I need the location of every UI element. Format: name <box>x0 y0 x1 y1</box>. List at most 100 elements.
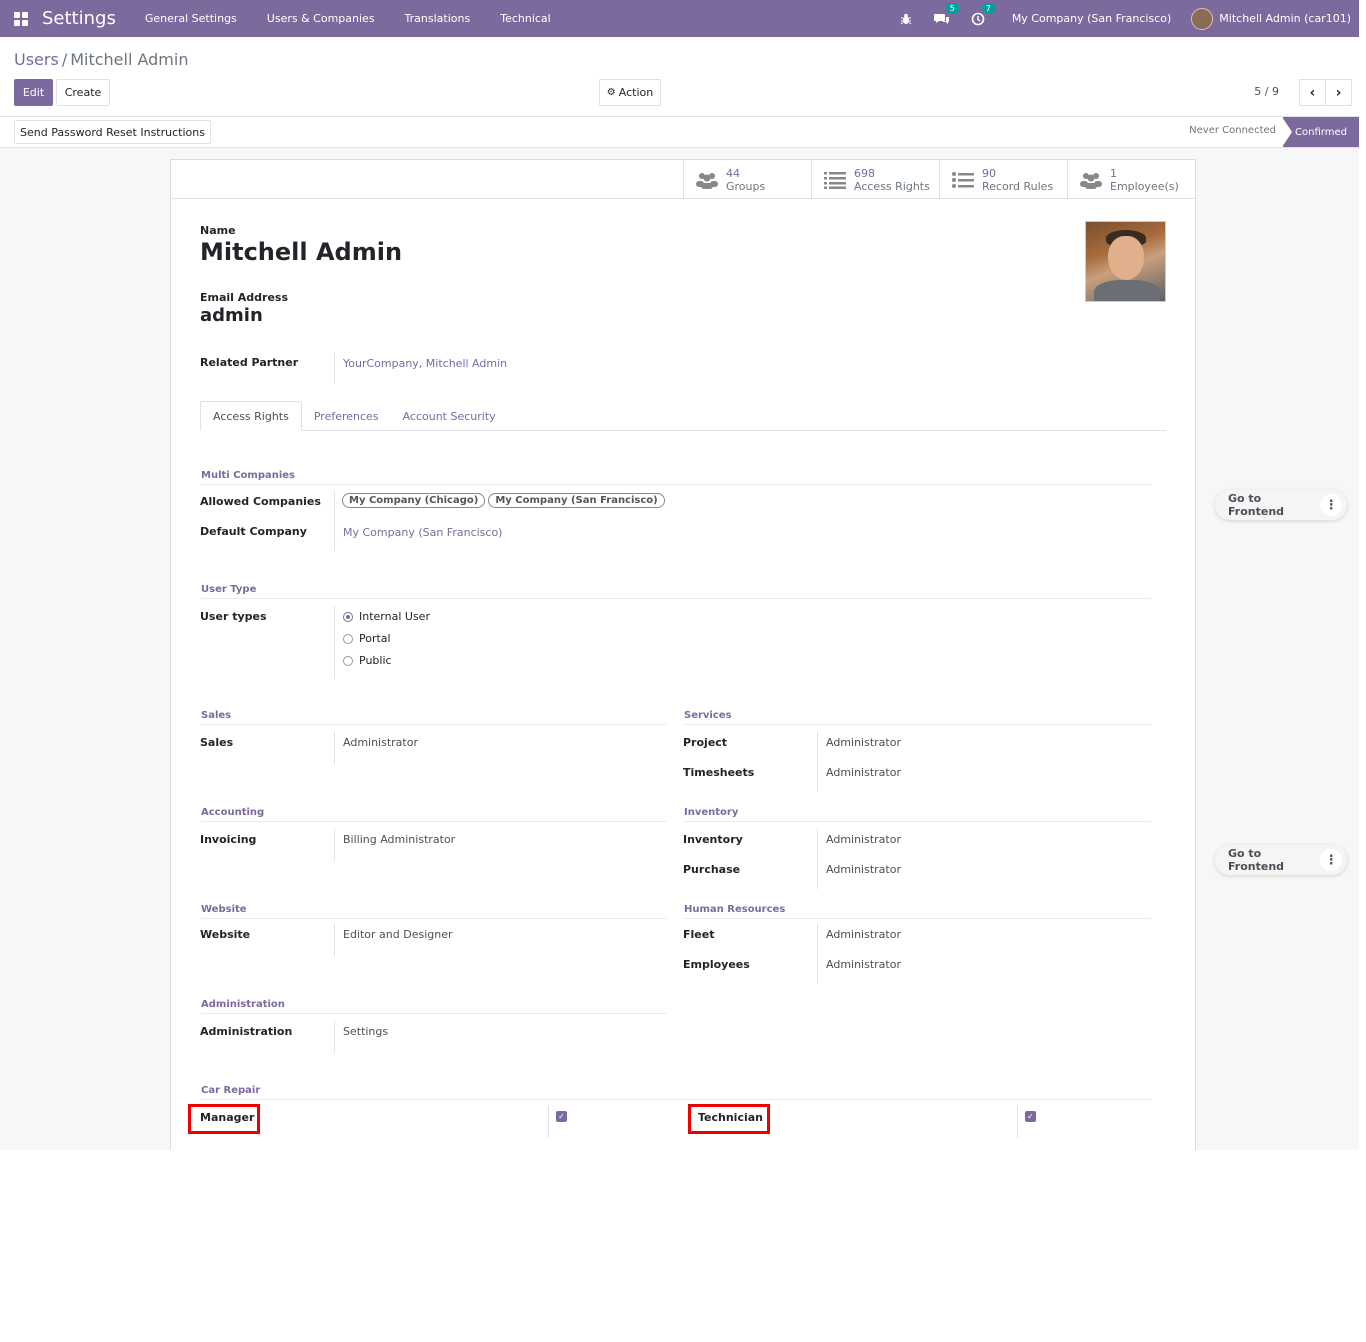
menu-general-settings[interactable]: General Settings <box>130 12 252 25</box>
allowed-companies-tags[interactable]: My Company (Chicago) My Company (San Fran… <box>342 493 668 508</box>
car-repair-group-title: Car Repair <box>201 1085 1151 1100</box>
navbar-right: 5 7 My Company (San Francisco) Mitchell … <box>888 0 1359 37</box>
status-never-connected[interactable]: Never Connected <box>1189 125 1276 136</box>
project-value[interactable]: Administrator <box>826 736 901 749</box>
company-tag[interactable]: My Company (San Francisco) <box>488 493 665 508</box>
groups-smart-button[interactable]: 44 Groups <box>683 160 811 199</box>
employees-smart-button[interactable]: 1 Employee(s) <box>1067 160 1195 199</box>
top-navbar: Settings General Settings Users & Compan… <box>0 0 1359 37</box>
employees-count: 1 <box>1110 166 1117 180</box>
tab-access-rights[interactable]: Access Rights <box>200 401 302 431</box>
user-menu[interactable]: Mitchell Admin (car101) <box>1191 7 1351 30</box>
breadcrumb-users[interactable]: Users <box>14 50 59 69</box>
more-options-icon[interactable]: ⋮ <box>1320 494 1342 516</box>
sales-label: Sales <box>200 736 234 749</box>
user-photo[interactable] <box>1085 221 1166 302</box>
sales-value[interactable]: Administrator <box>343 736 418 749</box>
website-value[interactable]: Editor and Designer <box>343 928 453 941</box>
employees-label: Employees <box>683 958 750 971</box>
user-type-title: User Type <box>201 584 1151 599</box>
user-name-field[interactable]: Mitchell Admin <box>200 238 402 266</box>
invoicing-label: Invoicing <box>200 833 257 846</box>
bug-icon[interactable] <box>898 11 914 27</box>
status-confirmed[interactable]: Confirmed <box>1282 117 1359 147</box>
pager-previous-button[interactable]: ‹ <box>1299 79 1326 106</box>
human-resources-group-title: Human Resources <box>684 904 1151 919</box>
go-to-frontend-label: Go to Frontend <box>1228 492 1285 518</box>
website-group-title: Website <box>201 904 667 919</box>
technician-checkbox[interactable]: ✓ <box>1025 1111 1036 1122</box>
apps-menu-icon[interactable] <box>14 11 28 26</box>
menu-translations[interactable]: Translations <box>390 12 486 25</box>
administration-value[interactable]: Settings <box>343 1025 388 1038</box>
messages-icon[interactable]: 5 <box>933 2 959 27</box>
activities-icon[interactable]: 7 <box>970 2 995 27</box>
record-rules-count: 90 <box>982 166 996 180</box>
groups-count: 44 <box>726 166 740 180</box>
go-to-frontend-button[interactable]: Go to Frontend ⋮ <box>1215 490 1347 520</box>
groups-label: Groups <box>726 179 766 193</box>
go-to-frontend-button[interactable]: Go to Frontend ⋮ <box>1215 845 1347 875</box>
timesheets-value[interactable]: Administrator <box>826 766 901 779</box>
access-rights-label: Access Rights <box>854 179 930 193</box>
notebook-tabs: Access Rights Preferences Account Securi… <box>200 401 1166 431</box>
services-group-title: Services <box>684 710 1151 725</box>
check-icon: ✓ <box>1027 1112 1034 1121</box>
tab-preferences[interactable]: Preferences <box>302 401 391 431</box>
access-rights-smart-button[interactable]: 698 Access Rights <box>811 160 939 199</box>
administration-group-title: Administration <box>201 999 667 1014</box>
main-menu: General Settings Users & Companies Trans… <box>130 12 566 25</box>
status-bar: Send Password Reset Instructions Never C… <box>0 117 1359 148</box>
smart-button-box: 44 Groups 698 Access Rights 90 Record Rules… <box>171 160 1195 199</box>
record-rules-smart-button[interactable]: 90 Record Rules <box>939 160 1067 199</box>
related-partner-label: Related Partner <box>200 356 299 369</box>
menu-technical[interactable]: Technical <box>485 12 566 25</box>
fleet-label: Fleet <box>683 928 715 941</box>
action-button[interactable]: ⚙ Action <box>599 79 661 106</box>
edit-button[interactable]: Edit <box>14 79 53 106</box>
default-company-link[interactable]: My Company (San Francisco) <box>343 526 502 539</box>
radio-internal-user[interactable]: Internal User <box>343 610 430 623</box>
tab-account-security[interactable]: Account Security <box>391 401 508 431</box>
radio-portal[interactable]: Portal <box>343 632 391 645</box>
company-switcher[interactable]: My Company (San Francisco) <box>1012 12 1171 25</box>
fleet-value[interactable]: Administrator <box>826 928 901 941</box>
radio-public[interactable]: Public <box>343 654 392 667</box>
manager-checkbox[interactable]: ✓ <box>556 1111 567 1122</box>
list-ul-icon <box>952 171 974 188</box>
activities-badge: 7 <box>981 2 995 14</box>
inventory-value[interactable]: Administrator <box>826 833 901 846</box>
user-name: Mitchell Admin (car101) <box>1219 12 1351 25</box>
inventory-group-title: Inventory <box>684 807 1151 822</box>
more-options-icon[interactable]: ⋮ <box>1320 849 1342 871</box>
record-rules-label: Record Rules <box>982 179 1054 193</box>
app-brand[interactable]: Settings <box>42 8 116 29</box>
status-confirmed-label: Confirmed <box>1295 126 1347 138</box>
invoicing-value[interactable]: Billing Administrator <box>343 833 455 846</box>
employees-value[interactable]: Administrator <box>826 958 901 971</box>
radio-icon <box>343 655 353 666</box>
project-label: Project <box>683 736 728 749</box>
company-tag[interactable]: My Company (Chicago) <box>342 493 486 508</box>
login-field[interactable]: admin <box>200 305 263 326</box>
radio-checked-icon <box>343 611 353 622</box>
employees-label: Employee(s) <box>1110 179 1179 193</box>
user-avatar <box>1191 7 1214 30</box>
website-label: Website <box>200 928 251 941</box>
send-password-reset-button[interactable]: Send Password Reset Instructions <box>14 120 211 144</box>
purchase-value[interactable]: Administrator <box>826 863 901 876</box>
chevron-right-icon: › <box>1335 84 1342 101</box>
timesheets-label: Timesheets <box>683 766 755 779</box>
users-icon <box>696 172 718 189</box>
related-partner-link[interactable]: YourCompany, Mitchell Admin <box>343 357 507 370</box>
user-types-label: User types <box>200 610 267 623</box>
chevron-left-icon: ‹ <box>1309 84 1316 101</box>
create-button[interactable]: Create <box>56 79 110 106</box>
menu-users-companies[interactable]: Users & Companies <box>252 12 390 25</box>
check-icon: ✓ <box>558 1112 565 1121</box>
pager-next-button[interactable]: › <box>1325 79 1352 106</box>
messages-badge: 5 <box>945 2 959 14</box>
pager-value[interactable]: 5 / 9 <box>1254 85 1279 98</box>
administration-label: Administration <box>200 1025 293 1038</box>
allowed-companies-label: Allowed Companies <box>200 495 321 508</box>
